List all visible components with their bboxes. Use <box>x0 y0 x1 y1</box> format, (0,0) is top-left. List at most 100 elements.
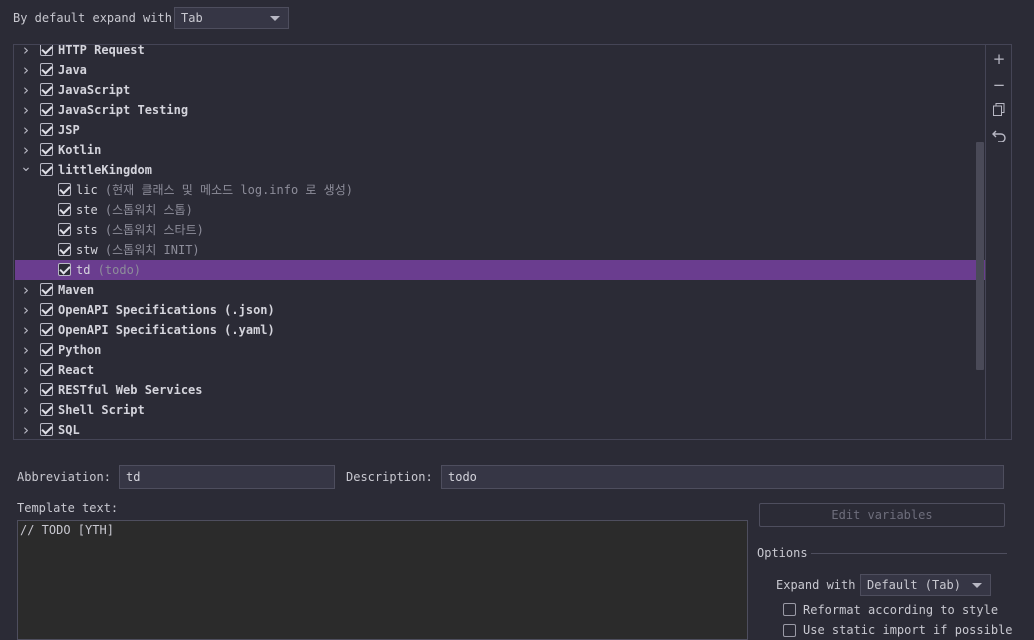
edit-variables-button[interactable]: Edit variables <box>759 503 1005 527</box>
chevron-right-icon[interactable]: › <box>20 100 32 120</box>
tree-row-label: Shell Script <box>58 403 145 417</box>
tree-row-text: HTTP Request <box>58 44 145 60</box>
tree-template-row[interactable]: sts (스톱워치 스타트) <box>15 220 985 240</box>
tree-group-row[interactable]: › RESTful Web Services <box>15 380 985 400</box>
description-input[interactable]: todo <box>441 465 1004 489</box>
abbreviation-label: Abbreviation: <box>17 470 111 484</box>
tree-row-checkbox[interactable] <box>58 183 71 196</box>
tree-row-checkbox[interactable] <box>40 403 53 416</box>
tree-row-checkbox[interactable] <box>58 223 71 236</box>
tree-row-text: ste (스톱워치 스톱) <box>76 200 193 220</box>
tree-row-label: Java <box>58 63 87 77</box>
tree-row-text: JSP <box>58 120 80 140</box>
abbreviation-input[interactable]: td <box>119 465 335 489</box>
tree-group-row[interactable]: › JavaScript Testing <box>15 100 985 120</box>
tree-row-text: Java <box>58 60 87 80</box>
tree-row-text: RESTful Web Services <box>58 380 203 400</box>
chevron-down-icon[interactable]: ⌄ <box>20 160 32 180</box>
tree-row-label: RESTful Web Services <box>58 383 203 397</box>
chevron-right-icon[interactable]: › <box>20 60 32 80</box>
default-expand-label: By default expand with <box>13 11 172 25</box>
chevron-right-icon[interactable]: › <box>20 80 32 100</box>
tree-row-text: lic (현재 클래스 및 메소드 log.info 로 생성) <box>76 180 353 200</box>
copy-icon[interactable] <box>986 99 1012 121</box>
tree-group-row[interactable]: › Maven <box>15 280 985 300</box>
chevron-right-icon[interactable]: › <box>20 420 32 439</box>
tree-row-checkbox[interactable] <box>40 103 53 116</box>
tree-group-row[interactable]: › Kotlin <box>15 140 985 160</box>
chevron-right-icon[interactable]: › <box>20 360 32 380</box>
tree-row-checkbox[interactable] <box>40 383 53 396</box>
tree-row-checkbox[interactable] <box>58 263 71 276</box>
tree-group-row[interactable]: › HTTP Request <box>15 44 985 60</box>
static-import-checkbox[interactable] <box>783 624 796 637</box>
tree-group-row[interactable]: › OpenAPI Specifications (.yaml) <box>15 320 985 340</box>
tree-group-row[interactable]: › Shell Script <box>15 400 985 420</box>
chevron-right-icon[interactable]: › <box>20 280 32 300</box>
tree-row-checkbox[interactable] <box>40 45 53 56</box>
chevron-right-icon[interactable]: › <box>20 45 32 60</box>
tree-scrollbar[interactable] <box>976 142 984 370</box>
tree-row-checkbox[interactable] <box>40 283 53 296</box>
tree-group-row[interactable]: › Java <box>15 60 985 80</box>
template-text-editor[interactable]: // TODO [YTH] <box>17 520 748 640</box>
minus-icon[interactable]: − <box>986 74 1012 96</box>
default-expand-select[interactable]: Tab <box>174 7 289 29</box>
tree-template-row[interactable]: lic (현재 클래스 및 메소드 log.info 로 생성) <box>15 180 985 200</box>
tree-row-checkbox[interactable] <box>40 123 53 136</box>
chevron-down-icon <box>270 16 280 21</box>
chevron-down-icon <box>972 583 982 588</box>
tree-row-checkbox[interactable] <box>40 83 53 96</box>
tree-group-row[interactable]: › React <box>15 360 985 380</box>
tree-row-text: stw (스톱워치 INIT) <box>76 240 200 260</box>
undo-icon[interactable] <box>986 125 1012 147</box>
tree-row-checkbox[interactable] <box>58 243 71 256</box>
tree-row-description: (스톱워치 스톱) <box>97 203 193 217</box>
reformat-checkbox[interactable] <box>783 603 796 616</box>
tree-group-row[interactable]: › JSP <box>15 120 985 140</box>
tree-row-text: JavaScript Testing <box>58 100 188 120</box>
reformat-label: Reformat according to style <box>803 603 999 617</box>
chevron-right-icon[interactable]: › <box>20 340 32 360</box>
tree-row-label: OpenAPI Specifications (.yaml) <box>58 323 275 337</box>
chevron-right-icon[interactable]: › <box>20 140 32 160</box>
tree-group-row[interactable]: › JavaScript <box>15 80 985 100</box>
tree-row-text: littleKingdom <box>58 160 152 180</box>
chevron-right-icon[interactable]: › <box>20 380 32 400</box>
tree-row-label: SQL <box>58 423 80 437</box>
tree-template-row[interactable]: td (todo) <box>15 260 985 280</box>
tree-template-row[interactable]: ste (스톱워치 스톱) <box>15 200 985 220</box>
template-text-label: Template text: <box>17 501 119 515</box>
tree-row-checkbox[interactable] <box>58 203 71 216</box>
tree-group-row[interactable]: › SQL <box>15 420 985 439</box>
tree-row-checkbox[interactable] <box>40 323 53 336</box>
options-separator <box>811 553 1007 554</box>
tree-row-checkbox[interactable] <box>40 143 53 156</box>
tree-row-label: Python <box>58 343 102 357</box>
plus-icon[interactable]: + <box>986 48 1012 70</box>
tree-row-label: stw <box>76 243 98 257</box>
tree-row-checkbox[interactable] <box>40 63 53 76</box>
tree-group-row[interactable]: › Python <box>15 340 985 360</box>
tree-row-label: littleKingdom <box>58 163 152 177</box>
tree-row-checkbox[interactable] <box>40 423 53 436</box>
chevron-right-icon[interactable]: › <box>20 300 32 320</box>
tree-row-checkbox[interactable] <box>40 163 53 176</box>
tree-row-text: sts (스톱워치 스타트) <box>76 220 204 240</box>
tree-row-checkbox[interactable] <box>40 363 53 376</box>
tree-template-row[interactable]: stw (스톱워치 INIT) <box>15 240 985 260</box>
tree-row-checkbox[interactable] <box>40 303 53 316</box>
tree-row-checkbox[interactable] <box>40 343 53 356</box>
tree-row-text: td (todo) <box>76 260 141 280</box>
tree-row-label: HTTP Request <box>58 44 145 57</box>
chevron-right-icon[interactable]: › <box>20 400 32 420</box>
expand-with-select[interactable]: Default (Tab) <box>860 574 991 596</box>
tree-group-row[interactable]: ⌄ littleKingdom <box>15 160 985 180</box>
chevron-right-icon[interactable]: › <box>20 320 32 340</box>
chevron-right-icon[interactable]: › <box>20 120 32 140</box>
tree-group-row[interactable]: › OpenAPI Specifications (.json) <box>15 300 985 320</box>
tree-toolbar: + − <box>986 44 1012 440</box>
tree-row-description: (현재 클래스 및 메소드 log.info 로 생성) <box>97 183 353 197</box>
expand-with-value: Default (Tab) <box>867 578 961 592</box>
live-templates-tree[interactable]: › HTTP Request › Java › JavaScript › JavaScript… <box>13 44 986 440</box>
